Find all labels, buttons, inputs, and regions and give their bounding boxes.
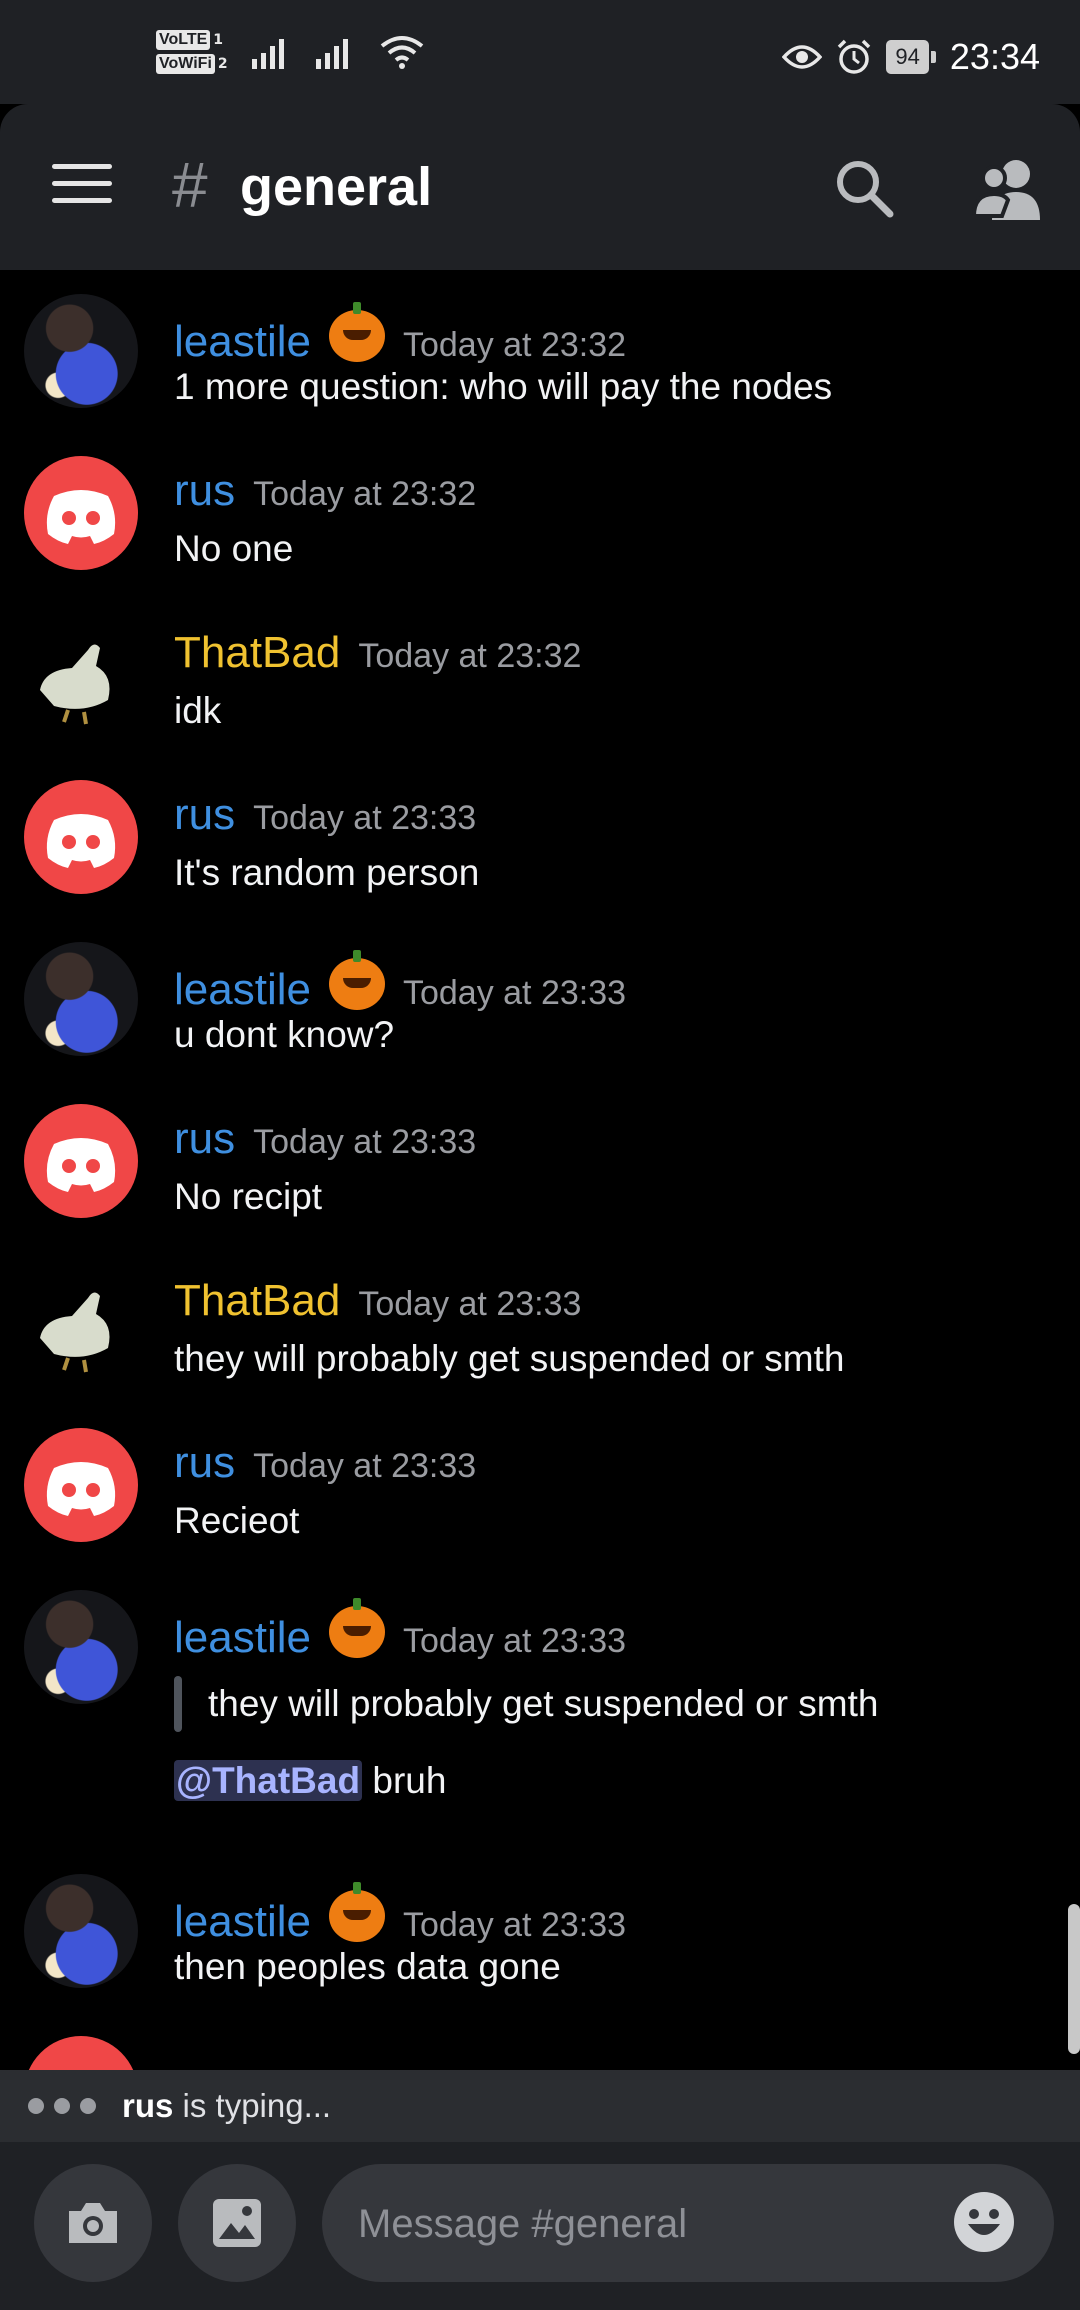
username[interactable]: rus <box>174 790 235 840</box>
username[interactable]: leastile <box>174 1897 311 1947</box>
status-bar: VoLTE 1 VoWiFi 2 94 23:34 <box>0 0 1080 104</box>
username[interactable]: rus <box>174 466 235 516</box>
status-left: VoLTE 1 VoWiFi 2 <box>156 30 424 74</box>
username[interactable]: leastile <box>174 1613 311 1663</box>
discord-logo-icon <box>46 490 116 544</box>
typing-user: rus <box>122 2087 174 2124</box>
message-text: u dont know? <box>174 1014 395 1055</box>
message-input[interactable]: Message #general <box>322 2164 1054 2282</box>
timestamp: Today at 23:33 <box>253 1123 477 1161</box>
search-icon[interactable] <box>832 156 896 220</box>
user-mention[interactable]: @ThatBad <box>174 1760 363 1801</box>
volte-label: VoLTE <box>156 30 211 50</box>
timestamp: Today at 23:33 <box>402 1622 627 1660</box>
timestamp: Today at 23:33 <box>358 1285 582 1323</box>
username[interactable]: rus <box>174 1114 235 1164</box>
timestamp: Today at 23:33 <box>253 799 477 837</box>
avatar[interactable] <box>24 942 138 1056</box>
volte-sim: 1 <box>213 32 224 48</box>
message-text: No one <box>174 528 294 569</box>
hamburger-menu-icon[interactable] <box>52 164 112 208</box>
message-text: @ThatBad bruh <box>174 1760 446 1802</box>
avatar[interactable] <box>24 2036 138 2070</box>
typing-text: rus is typing... <box>122 2087 331 2125</box>
camera-button[interactable] <box>34 2164 152 2282</box>
battery-indicator: 94 <box>886 40 936 74</box>
signal-icon <box>251 39 284 69</box>
pumpkin-icon <box>328 1598 385 1658</box>
eye-icon <box>782 45 823 69</box>
timestamp: Today at 23:33 <box>402 974 627 1012</box>
wifi-icon <box>380 36 423 69</box>
message-input-placeholder: Message #general <box>358 2202 688 2246</box>
avatar[interactable] <box>24 1266 138 1380</box>
avatar[interactable] <box>24 1874 138 1988</box>
channel-header: # general <box>0 104 1080 270</box>
alarm-icon <box>838 39 871 74</box>
status-right: 94 23:34 <box>782 36 1040 78</box>
message-composer: Message #general <box>0 2142 1080 2310</box>
timestamp: Today at 23:32 <box>402 326 627 364</box>
clock: 23:34 <box>949 36 1040 77</box>
discord-logo-icon <box>46 814 116 868</box>
emoji-icon[interactable] <box>952 2190 1016 2254</box>
message-text: idk <box>174 690 222 731</box>
gallery-button[interactable] <box>178 2164 296 2282</box>
discord-logo-icon <box>46 1138 116 1192</box>
username[interactable]: leastile <box>174 317 311 367</box>
discord-logo-icon <box>46 1462 116 1516</box>
message-text: 1 more question: who will pay the nodes <box>174 366 833 407</box>
username[interactable]: rus <box>174 1438 235 1488</box>
pumpkin-icon <box>328 950 385 1010</box>
pumpkin-icon <box>328 1882 385 1942</box>
goose-icon <box>40 1292 110 1373</box>
timestamp: Today at 23:33 <box>402 1906 627 1944</box>
avatar[interactable] <box>24 1104 138 1218</box>
goose-icon <box>40 644 110 725</box>
timestamp: Today at 23:32 <box>358 637 582 675</box>
scrollbar[interactable] <box>1068 1904 1080 2054</box>
message-text: they will probably get suspended or smth <box>174 1338 845 1379</box>
image-icon <box>213 2199 261 2247</box>
username[interactable]: ThatBad <box>174 628 340 678</box>
members-icon[interactable] <box>972 154 1044 222</box>
avatar[interactable] <box>24 618 138 732</box>
typing-dots-icon <box>28 2098 96 2114</box>
message-text: It's random person <box>174 852 480 893</box>
avatar[interactable] <box>24 1590 138 1704</box>
avatar[interactable] <box>24 294 138 408</box>
battery-level: 94 <box>886 40 929 74</box>
avatar[interactable] <box>24 1428 138 1542</box>
signal-icon-2 <box>315 39 348 69</box>
avatar[interactable] <box>24 456 138 570</box>
pumpkin-icon <box>328 302 385 362</box>
message-text-body: bruh <box>362 1760 447 1801</box>
quote-block: they will probably get suspended or smth <box>174 1676 878 1732</box>
message-list[interactable]: leastile Today at 23:32 1 more question: … <box>0 270 1080 2070</box>
username[interactable]: ThatBad <box>174 1276 340 1326</box>
message-text: No recipt <box>174 1176 323 1217</box>
vowifi-sim: 2 <box>217 56 228 72</box>
quote-text: they will probably get suspended or smth <box>208 1683 879 1724</box>
volte-indicator: VoLTE 1 VoWiFi 2 <box>156 30 228 74</box>
message-text: Recieot <box>174 1500 300 1541</box>
channel-title[interactable]: general <box>240 156 432 218</box>
typing-suffix: is typing... <box>173 2087 332 2124</box>
timestamp: Today at 23:33 <box>253 1447 477 1485</box>
username[interactable]: leastile <box>174 965 311 1015</box>
typing-indicator: rus is typing... <box>0 2070 1080 2142</box>
camera-icon <box>69 2203 117 2243</box>
vowifi-label: VoWiFi <box>156 54 215 74</box>
message-text: then peoples data gone <box>174 1946 561 1987</box>
avatar[interactable] <box>24 780 138 894</box>
timestamp: Today at 23:32 <box>253 475 477 513</box>
channel-hash-icon: # <box>172 149 208 221</box>
